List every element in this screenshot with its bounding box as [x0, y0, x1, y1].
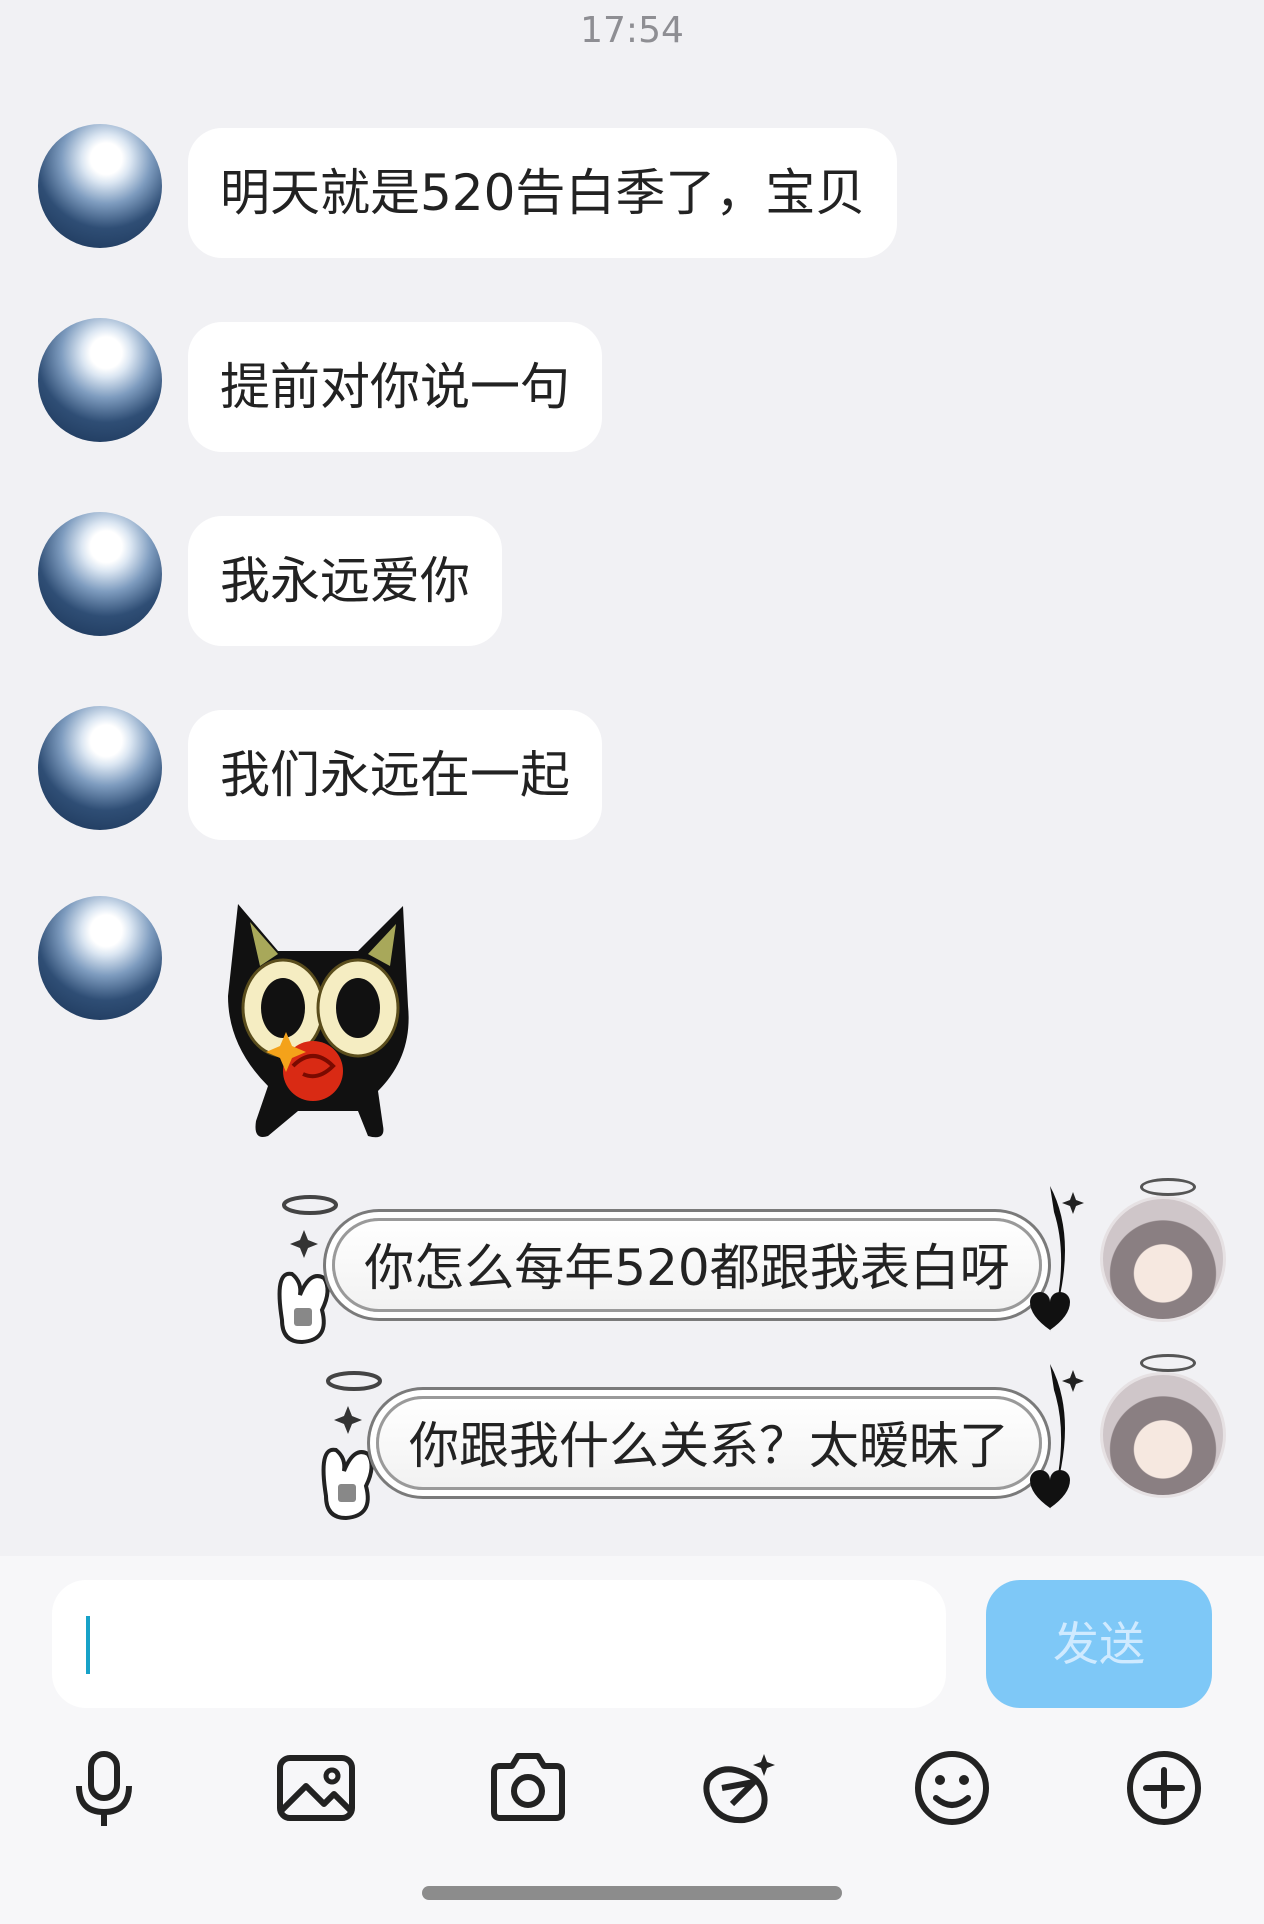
home-indicator[interactable] — [422, 1886, 842, 1900]
message-bubble-incoming[interactable]: 我永远爱你 — [188, 516, 502, 646]
camera-icon[interactable] — [486, 1746, 570, 1830]
contact-avatar[interactable] — [38, 896, 162, 1020]
plus-icon[interactable] — [1122, 1746, 1206, 1830]
message-bubble-incoming[interactable]: 提前对你说一句 — [188, 322, 602, 452]
message-bubble-outgoing[interactable]: 你怎么每年520都跟我表白呀 — [332, 1218, 1042, 1312]
halo-icon — [1140, 1178, 1196, 1196]
halo-icon — [1140, 1354, 1196, 1372]
text-caret — [86, 1616, 90, 1674]
message-timestamp: 17:54 — [580, 10, 684, 51]
emoji-icon[interactable] — [910, 1746, 994, 1830]
contact-avatar[interactable] — [38, 706, 162, 830]
devil-wing-decoration — [1030, 1364, 1084, 1510]
sticker-pen-icon[interactable] — [698, 1746, 782, 1830]
contact-avatar[interactable] — [38, 318, 162, 442]
black-cat-with-rose-sticker[interactable] — [208, 896, 428, 1146]
message-bubble-outgoing[interactable]: 你跟我什么关系？太暧昧了 — [376, 1396, 1042, 1490]
user-avatar[interactable] — [1100, 1196, 1226, 1322]
send-button[interactable]: 发送 — [986, 1580, 1212, 1708]
microphone-icon[interactable] — [62, 1746, 146, 1830]
message-bubble-incoming[interactable]: 我们永远在一起 — [188, 710, 602, 840]
message-input[interactable] — [52, 1580, 946, 1708]
contact-avatar[interactable] — [38, 512, 162, 636]
user-avatar[interactable] — [1100, 1372, 1226, 1498]
image-icon[interactable] — [274, 1746, 358, 1830]
contact-avatar[interactable] — [38, 124, 162, 248]
message-bubble-incoming[interactable]: 明天就是520告白季了，宝贝 — [188, 128, 898, 258]
devil-wing-decoration — [1030, 1186, 1084, 1332]
